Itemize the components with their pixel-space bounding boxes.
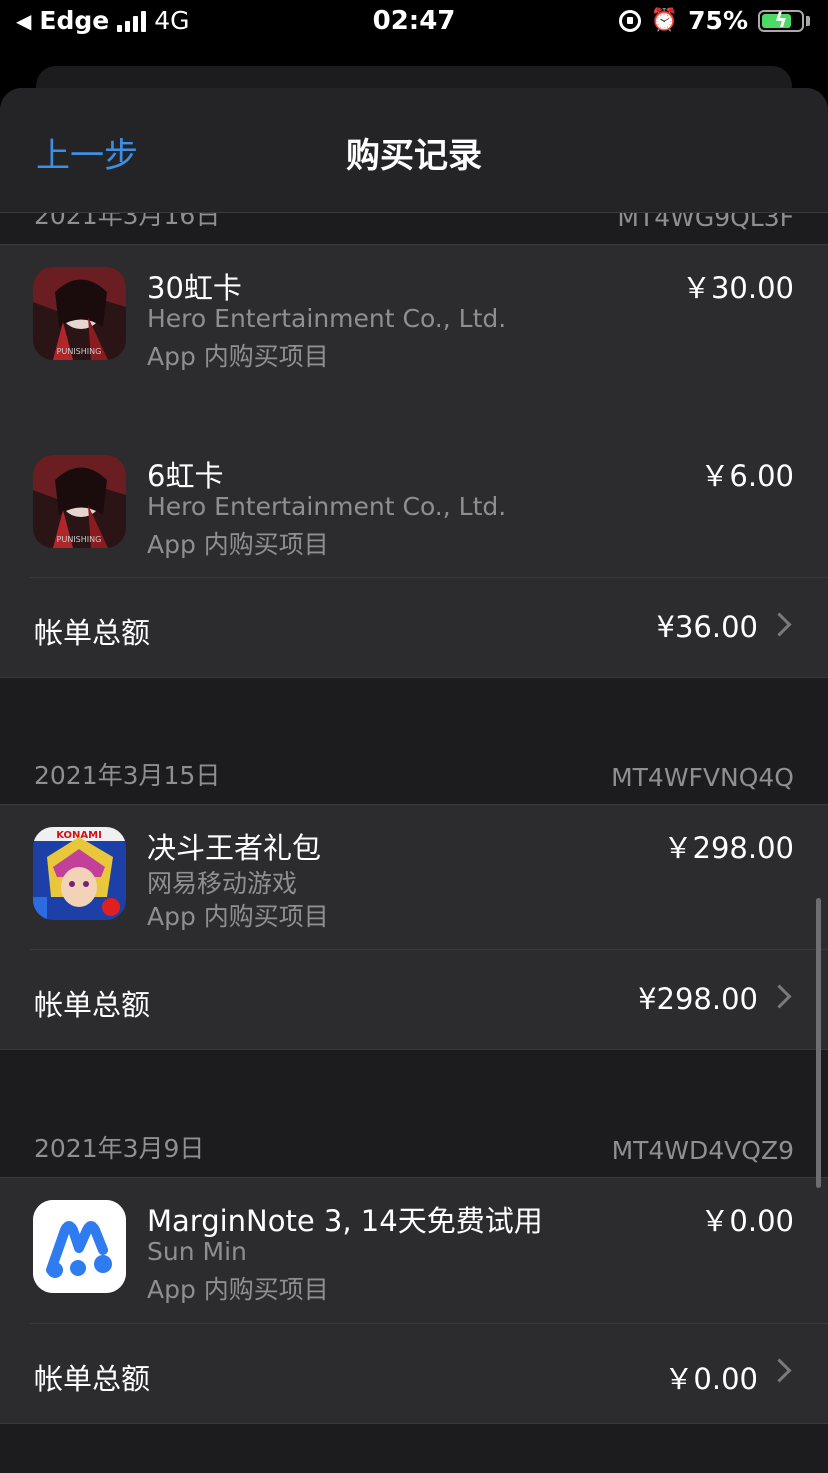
charging-bolt-icon: ϟ [774, 7, 788, 32]
item-developer: Hero Entertainment Co., Ltd. [147, 304, 507, 333]
chevron-right-icon [767, 984, 792, 1009]
purchase-group: MarginNote 3, 14天免费试用 Sun Min App 内购买项目 … [0, 1177, 828, 1424]
purchase-item[interactable]: PUNISHING 6虹卡 Hero Entertainment Co., Lt… [0, 455, 828, 559]
item-type: App 内购买项目 [147, 342, 329, 371]
punishing-app-icon: PUNISHING [33, 267, 126, 360]
page-title: 购买记录 [346, 136, 482, 176]
orientation-lock-icon [618, 9, 641, 32]
status-bar: ◀ Edge 4G 02:47 ⏰ 75% ϟ [0, 0, 828, 46]
chevron-right-icon [767, 612, 792, 637]
battery-tip [806, 15, 810, 26]
item-type: App 内购买项目 [147, 1275, 329, 1304]
bill-total-amount: ￥0.00 [664, 1362, 758, 1396]
bill-total-label: 帐单总额 [34, 988, 151, 1022]
battery-icon: ϟ [758, 7, 804, 32]
section-header: 2021年3月9日 MT4WD4VQZ9 [0, 1117, 828, 1177]
duel-links-app-icon: KONAMI [33, 827, 126, 920]
purchase-date: 2021年3月15日 [34, 761, 221, 790]
purchase-history-sheet: 上一步 购买记录 2021年3月16日 MT4WG9QL3F PUNISHING… [0, 88, 828, 1473]
purchase-date: 2021年3月9日 [34, 1134, 205, 1163]
svg-text:PUNISHING: PUNISHING [57, 535, 102, 544]
purchase-item[interactable]: KONAMI 决斗王者礼包 网易移动游戏 App 内购买项目 ￥298.00 [0, 827, 828, 931]
marginnote-app-icon [33, 1200, 126, 1293]
status-right: ⏰ 75% ϟ [618, 6, 810, 35]
bill-total-row[interactable]: 帐单总额 ¥36.00 [0, 578, 828, 678]
item-developer: Hero Entertainment Co., Ltd. [147, 492, 507, 521]
bill-total-label: 帐单总额 [34, 616, 151, 650]
item-price: ￥30.00 [681, 271, 794, 305]
scrollbar[interactable] [816, 898, 821, 1188]
bill-total-amount: ¥298.00 [638, 982, 758, 1016]
bill-total-amount: ¥36.00 [656, 610, 758, 644]
item-type: App 内购买项目 [147, 530, 329, 559]
bill-total-row[interactable]: 帐单总额 ￥0.00 [0, 1324, 828, 1424]
item-title: 30虹卡 [147, 271, 242, 305]
purchase-item[interactable]: PUNISHING 30虹卡 Hero Entertainment Co., L… [0, 267, 828, 371]
item-title: 决斗王者礼包 [147, 831, 322, 865]
item-developer: 网易移动游戏 [147, 869, 298, 898]
item-title: 6虹卡 [147, 459, 224, 493]
bill-total-row[interactable]: 帐单总额 ¥298.00 [0, 950, 828, 1050]
bill-total-label: 帐单总额 [34, 1362, 151, 1396]
purchase-group: PUNISHING 30虹卡 Hero Entertainment Co., L… [0, 244, 828, 678]
battery-percent: 75% [688, 6, 748, 35]
svg-text:PUNISHING: PUNISHING [57, 347, 102, 356]
order-id: MT4WD4VQZ9 [611, 1136, 794, 1165]
navigation-bar: 上一步 购买记录 [0, 88, 828, 213]
alarm-icon: ⏰ [650, 8, 679, 33]
punishing-app-icon: PUNISHING [33, 455, 126, 548]
purchase-group: KONAMI 决斗王者礼包 网易移动游戏 App 内购买项目 ￥298.00 帐… [0, 804, 828, 1050]
chevron-right-icon [767, 1358, 792, 1383]
item-type: App 内购买项目 [147, 902, 329, 931]
item-title: MarginNote 3, 14天免费试用 [147, 1204, 543, 1238]
order-id: MT4WFVNQ4Q [611, 763, 794, 792]
section-header: 2021年3月15日 MT4WFVNQ4Q [0, 744, 828, 804]
item-price: ￥6.00 [700, 459, 794, 493]
item-developer: Sun Min [147, 1237, 247, 1266]
purchase-item[interactable]: MarginNote 3, 14天免费试用 Sun Min App 内购买项目 … [0, 1200, 828, 1304]
item-price: ￥0.00 [700, 1204, 794, 1238]
item-price: ￥298.00 [663, 831, 794, 865]
